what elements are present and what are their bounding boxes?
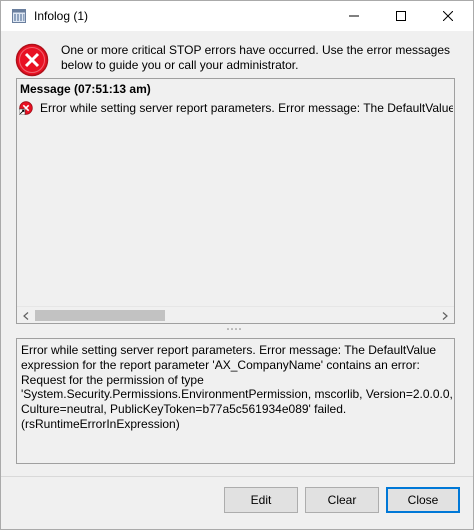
maximize-icon [396, 11, 406, 21]
message-item[interactable]: Error while setting server report parame… [19, 99, 453, 117]
message-item-text: Error while setting server report parame… [40, 101, 453, 115]
minimize-icon [349, 15, 359, 17]
message-tree-panel[interactable]: Message (07:51:13 am) Error while settin… [16, 78, 455, 324]
maximize-button[interactable] [378, 1, 424, 31]
title-bar[interactable]: Infolog (1) [1, 1, 473, 31]
chevron-left-icon [23, 311, 29, 320]
infolog-app-icon [12, 9, 26, 23]
chevron-right-icon [442, 311, 448, 320]
scroll-left-button[interactable] [19, 309, 33, 322]
close-window-button[interactable] [425, 1, 471, 31]
header-message: One or more critical STOP errors have oc… [61, 43, 451, 72]
window-title: Infolog (1) [34, 9, 89, 23]
scroll-right-button[interactable] [438, 309, 452, 322]
minimize-button[interactable] [331, 1, 377, 31]
stop-error-icon [15, 43, 49, 77]
infolog-window: Infolog (1) One or more critical STOP er… [0, 0, 474, 530]
horizontal-scrollbar[interactable] [17, 306, 454, 323]
close-icon [443, 11, 453, 21]
grip-dots-icon [227, 328, 241, 330]
footer-divider [1, 476, 473, 477]
scrollbar-thumb[interactable] [35, 310, 165, 321]
error-icon [19, 101, 33, 115]
message-detail-panel[interactable]: Error while setting server report parame… [16, 338, 455, 464]
message-detail-text: Error while setting server report parame… [21, 343, 453, 431]
close-button[interactable]: Close [386, 487, 460, 513]
clear-button[interactable]: Clear [305, 487, 379, 513]
edit-button[interactable]: Edit [224, 487, 298, 513]
message-heading: Message (07:51:13 am) [20, 82, 151, 96]
panel-splitter-grip[interactable] [226, 326, 244, 332]
